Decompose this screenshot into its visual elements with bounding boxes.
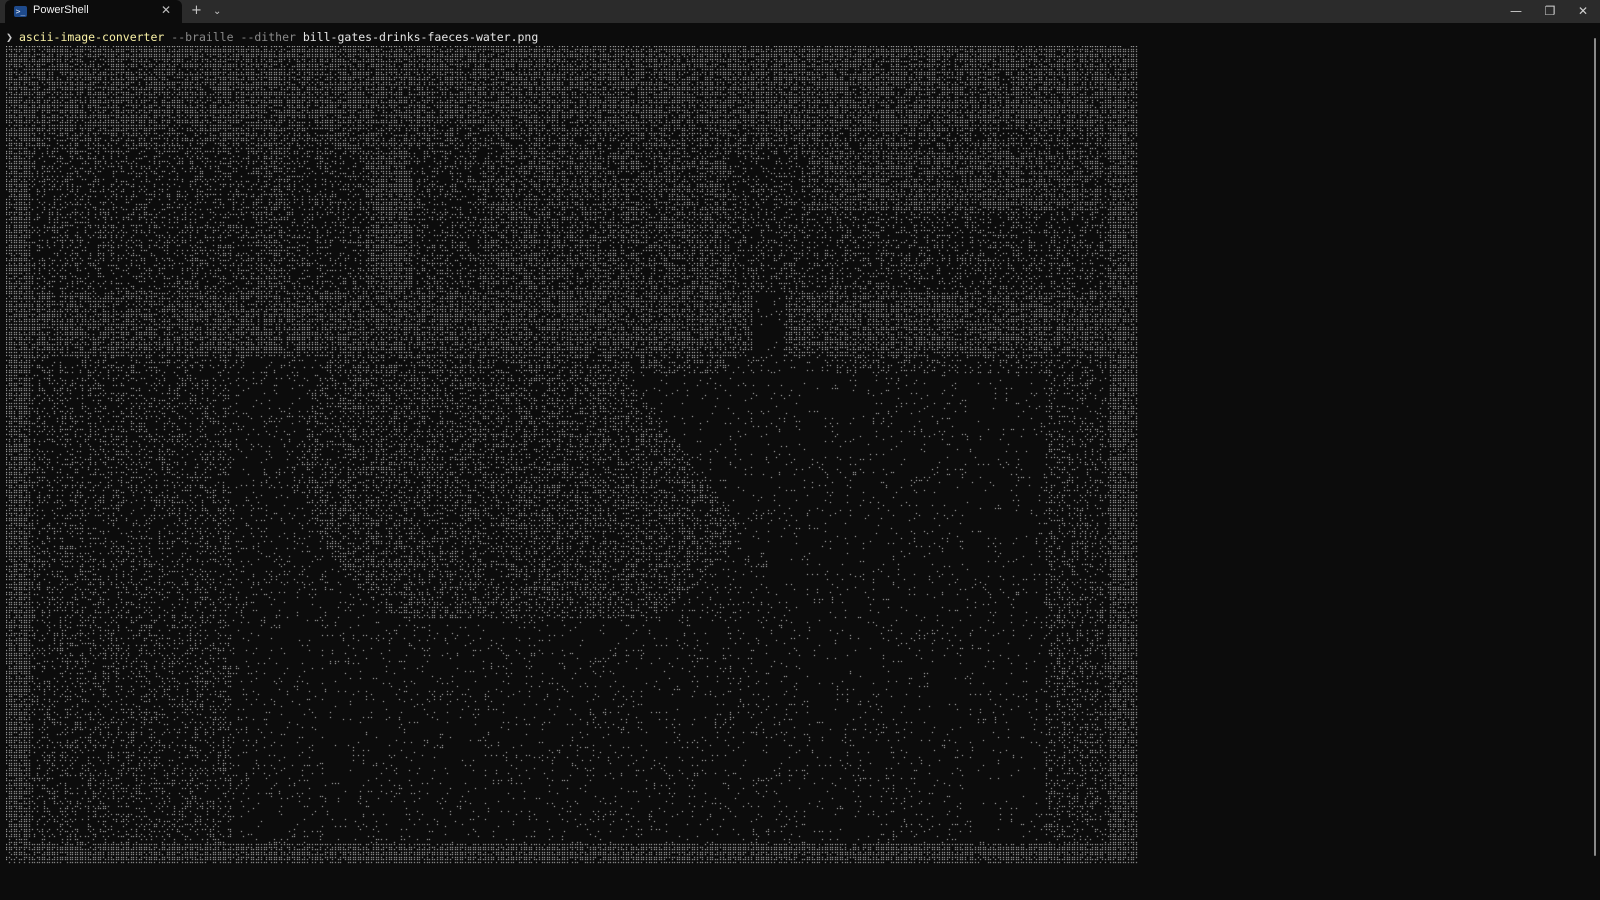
command-param-braille: --braille: [171, 30, 234, 44]
powershell-icon: >_: [14, 6, 27, 17]
command-argument-filename: bill-gates-drinks-faeces-water.png: [302, 30, 539, 44]
braille-art-canvas: [6, 46, 1156, 886]
command-param-dither: --dither: [240, 30, 296, 44]
title-bar: >_ PowerShell ✕ + ⌄ — ❐ ✕: [0, 0, 1600, 23]
command-name: ascii-image-converter: [18, 30, 165, 44]
prompt-chevron-icon: ❯: [6, 30, 13, 44]
close-window-button[interactable]: ✕: [1566, 0, 1600, 23]
command-line[interactable]: ❯ ascii-image-converter --braille --dithe…: [6, 29, 538, 45]
tab-dropdown-chevron-icon[interactable]: ⌄: [213, 4, 221, 20]
tab-powershell[interactable]: >_ PowerShell ✕: [5, 0, 182, 23]
scrollbar-thumb[interactable]: [1594, 38, 1596, 856]
maximize-button[interactable]: ❐: [1533, 0, 1567, 23]
braille-ascii-art-output: [6, 46, 1156, 886]
tab-title: PowerShell: [33, 4, 89, 16]
new-tab-button[interactable]: +: [191, 3, 202, 19]
tab-close-icon[interactable]: ✕: [161, 3, 171, 17]
minimize-button[interactable]: —: [1499, 0, 1533, 23]
